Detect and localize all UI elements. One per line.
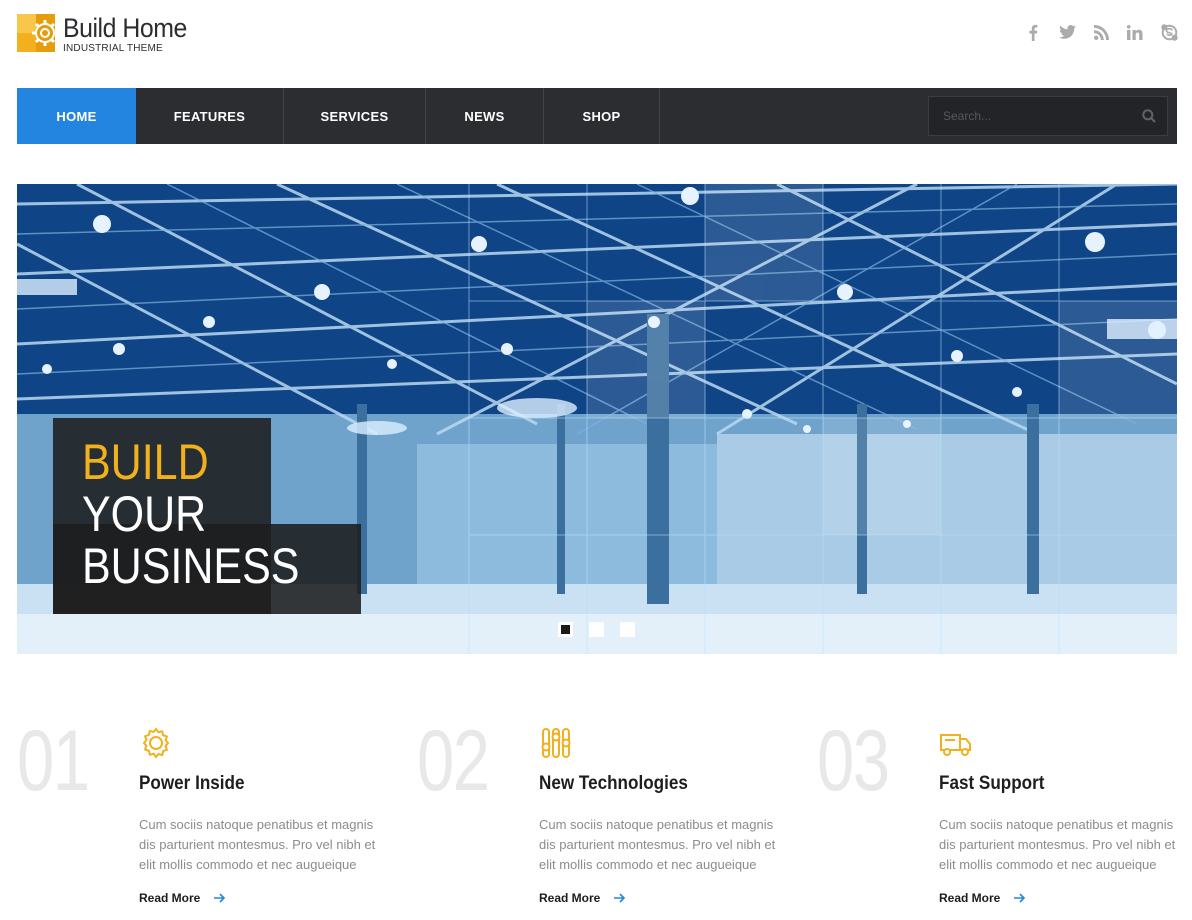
site-title: Build Home xyxy=(63,13,187,43)
facebook-icon[interactable] xyxy=(1024,22,1042,42)
slider-pagination xyxy=(558,622,635,637)
feature-title: Power Inside xyxy=(139,773,245,794)
hero-slider: BUILD YOUR BUSINESS xyxy=(17,184,1177,654)
feature-number: 03 xyxy=(817,713,890,809)
nav-item-shop[interactable]: SHOP xyxy=(544,88,660,144)
feature-card: 03 Fast Support Cum sociis natoque penat… xyxy=(817,718,1192,918)
truck-icon xyxy=(939,726,973,760)
search-icon xyxy=(1142,109,1156,123)
nav-item-home[interactable]: HOME xyxy=(17,88,136,144)
feature-description: Cum sociis natoque penatibus et magnis d… xyxy=(939,817,1176,872)
nav-item-features[interactable]: FEATURES xyxy=(136,88,284,144)
read-more-link[interactable]: Read More xyxy=(539,891,626,905)
slide-dot-3[interactable] xyxy=(620,622,635,637)
linkedin-icon[interactable] xyxy=(1126,22,1144,42)
social-links xyxy=(1024,22,1178,42)
feature-card: 02 New Technologies Cum sociis natoque p… xyxy=(417,718,817,918)
skype-icon[interactable] xyxy=(1160,22,1178,42)
hero-caption: BUILD YOUR BUSINESS xyxy=(82,436,299,592)
search-button[interactable] xyxy=(1131,97,1167,135)
feature-description: Cum sociis natoque penatibus et magnis d… xyxy=(539,817,776,872)
arrow-right-icon xyxy=(614,893,626,903)
hero-caption-line-3: BUSINESS xyxy=(82,538,300,594)
hero-caption-line-1: BUILD xyxy=(82,434,209,490)
feature-number: 02 xyxy=(417,713,490,809)
site-logo[interactable]: Build Home INDUSTRIAL THEME xyxy=(17,14,198,54)
rss-icon[interactable] xyxy=(1092,22,1110,42)
feature-number: 01 xyxy=(17,713,90,809)
read-more-link[interactable]: Read More xyxy=(939,891,1026,905)
main-navigation: HOME FEATURES SERVICES NEWS SHOP xyxy=(17,88,1177,144)
twitter-icon[interactable] xyxy=(1058,22,1076,42)
read-more-label: Read More xyxy=(939,891,1001,905)
gear-icon xyxy=(139,726,173,760)
site-tagline: INDUSTRIAL THEME xyxy=(63,43,163,54)
nav-item-services[interactable]: SERVICES xyxy=(284,88,426,144)
sliders-icon xyxy=(539,726,573,760)
arrow-right-icon xyxy=(214,893,226,903)
read-more-link[interactable]: Read More xyxy=(139,891,226,905)
feature-description: Cum sociis natoque penatibus et magnis d… xyxy=(139,817,376,872)
read-more-label: Read More xyxy=(139,891,201,905)
slide-dot-2[interactable] xyxy=(589,622,604,637)
arrow-right-icon xyxy=(1014,893,1026,903)
slide-dot-1[interactable] xyxy=(558,622,573,637)
search-box xyxy=(928,96,1168,136)
search-input[interactable] xyxy=(929,97,1131,135)
hero-caption-line-2: YOUR xyxy=(82,486,207,542)
read-more-label: Read More xyxy=(539,891,601,905)
feature-card: 01 Power Inside Cum sociis natoque penat… xyxy=(17,718,417,918)
feature-title: Fast Support xyxy=(939,773,1045,794)
feature-title: New Technologies xyxy=(539,773,688,794)
logo-gear-icon xyxy=(17,14,56,52)
nav-item-news[interactable]: NEWS xyxy=(426,88,544,144)
